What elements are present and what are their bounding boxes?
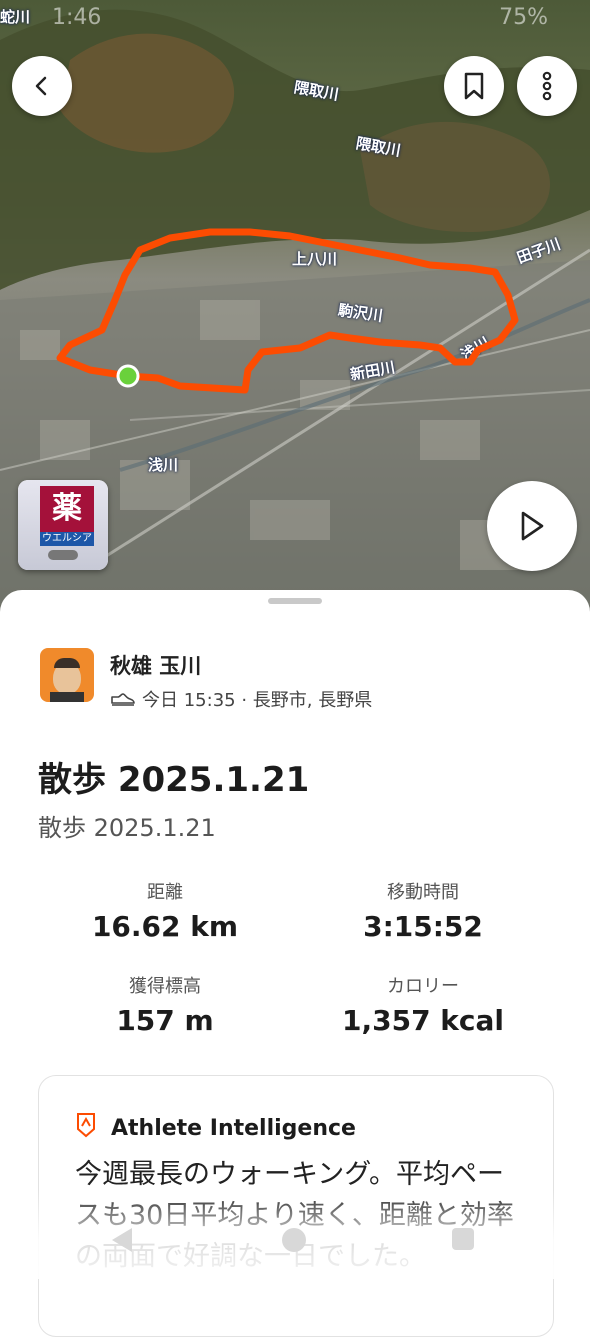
sheet-drag-handle[interactable]	[268, 598, 322, 604]
bookmark-button[interactable]	[444, 56, 504, 116]
activity-sheet: 秋雄 玉川 今日 15:35 · 長野市, 長野県 散歩 2025.1.21 散…	[0, 590, 590, 1337]
nav-recents-icon[interactable]	[452, 1228, 474, 1250]
stat-value-calories: 1,357 kcal	[341, 1004, 505, 1037]
back-button[interactable]	[12, 56, 72, 116]
system-nav-bar	[0, 1218, 590, 1266]
activity-datetime-location: 今日 15:35 · 長野市, 長野県	[142, 690, 373, 711]
activity-meta: 今日 15:35 · 長野市, 長野県	[110, 686, 372, 712]
stat-label-distance: 距離	[147, 882, 183, 903]
route-map[interactable]: 1:46 75% 蛇川 隈取川 隈取川 田子川 上八川 駒沢川 新田川 浅川 浅…	[0, 0, 590, 620]
bookmark-icon	[464, 72, 484, 100]
photo-pagination-dots	[48, 550, 78, 560]
athlete-intelligence-icon	[77, 1113, 95, 1138]
more-options-button[interactable]	[517, 56, 577, 116]
more-vertical-icon	[542, 71, 552, 101]
photo-thumbnail[interactable]: 薬 ウエルシア	[18, 480, 108, 570]
stat-value-moving-time: 3:15:52	[363, 910, 483, 943]
stat-label-elevation: 獲得標高	[129, 976, 201, 997]
stat-label-moving-time: 移動時間	[387, 882, 459, 903]
store-sign: ウエルシア	[40, 532, 94, 546]
avatar[interactable]	[40, 648, 94, 702]
shoe-icon	[111, 693, 135, 706]
nav-back-icon[interactable]	[112, 1228, 132, 1252]
athlete-name[interactable]: 秋雄 玉川	[110, 650, 201, 680]
chevron-left-icon	[35, 76, 47, 96]
start-marker	[116, 364, 140, 388]
stat-label-calories: カロリー	[387, 976, 459, 997]
activity-title: 散歩 2025.1.21	[38, 760, 310, 800]
nav-home-icon[interactable]	[282, 1228, 306, 1252]
athlete-intelligence-title: Athlete Intelligence	[111, 1116, 356, 1141]
pharmacy-sign: 薬	[40, 486, 94, 532]
activity-description: 散歩 2025.1.21	[38, 814, 216, 842]
stat-value-distance: 16.62 km	[91, 910, 239, 943]
play-flyover-button[interactable]	[487, 481, 577, 571]
play-icon	[521, 511, 544, 541]
stat-value-elevation: 157 m	[116, 1004, 214, 1037]
